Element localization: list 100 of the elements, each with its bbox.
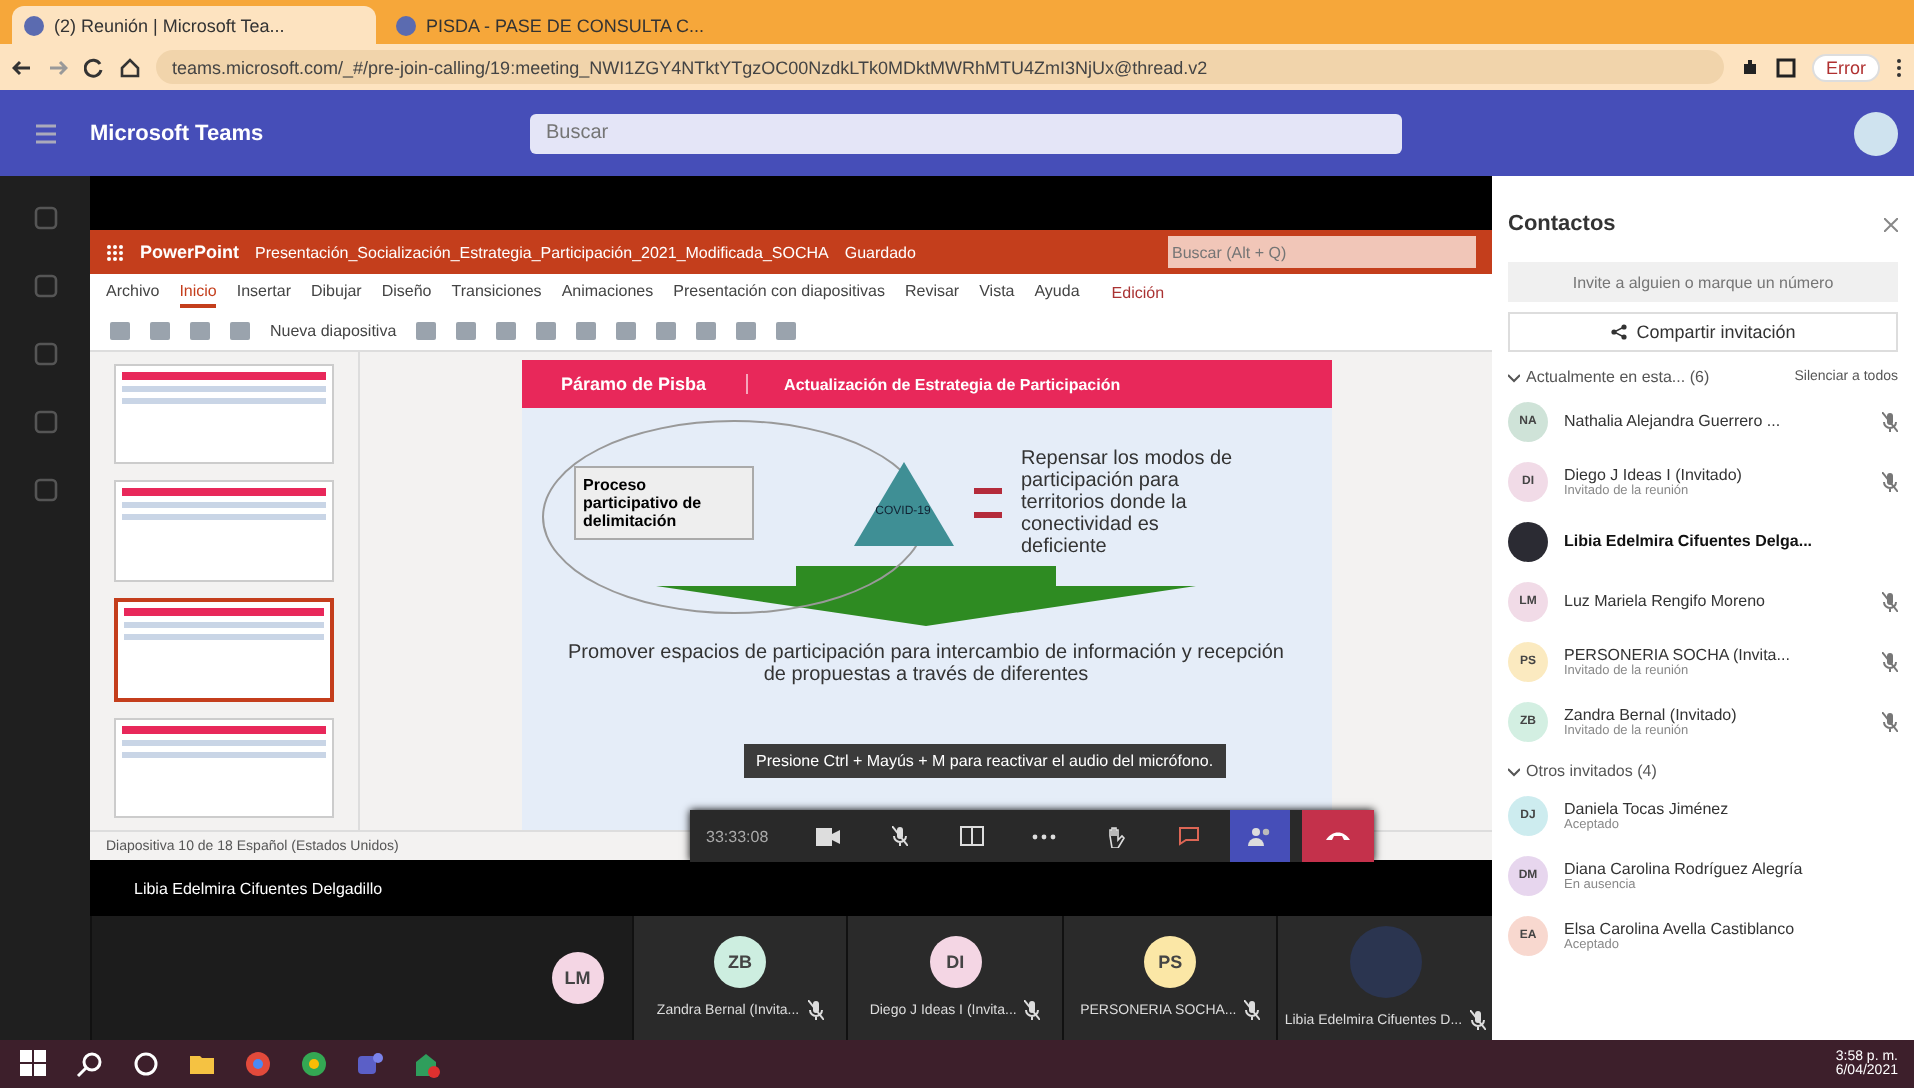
microphone-off-icon (892, 826, 908, 846)
browser-icon[interactable] (300, 1050, 328, 1078)
ribbon-tab[interactable]: Presentación con diapositivas (673, 277, 885, 307)
contact-name: Diana Carolina Rodríguez Alegría (1564, 859, 1805, 877)
toolbar-icon[interactable] (736, 321, 757, 339)
more-icon (1032, 833, 1056, 839)
toolbar-icon[interactable] (776, 321, 797, 339)
camera-icon (816, 827, 840, 845)
chevron-icon[interactable] (1508, 765, 1520, 777)
ribbon-tab[interactable]: Archivo (106, 277, 160, 307)
ribbon-tab[interactable]: Insertar (236, 277, 291, 307)
contact-name: PERSONERIA SOCHA (Invita... (1564, 645, 1792, 663)
presenter-name: Libia Edelmira Cifuentes Delgadillo (134, 879, 383, 897)
toolbar-icon[interactable] (456, 321, 477, 339)
nav-icon[interactable] (31, 476, 59, 504)
toolbar-icon[interactable] (656, 321, 677, 339)
contact-name: Nathalia Alejandra Guerrero ... (1564, 412, 1783, 430)
chat-icon (1177, 826, 1199, 846)
search-field[interactable]: Buscar (530, 113, 1402, 153)
save-status: Guardado (844, 243, 916, 261)
reload-icon[interactable] (84, 57, 104, 77)
participant-avatar: LM (551, 952, 604, 1004)
toolbar-icon[interactable] (536, 321, 557, 339)
profile-button[interactable]: Error (1812, 53, 1880, 81)
nav-icon[interactable] (31, 408, 59, 436)
contact-name: Libia Edelmira Cifuentes Delga... (1564, 532, 1815, 550)
app-icon[interactable] (412, 1050, 440, 1078)
address-bar[interactable]: teams.microsoft.com/_#/pre-join-calling/19:meeting_NWI1ZGY4NTktYTgzOC00NzdkLTk0MDktMWRhMTU4ZmI3NjUx@thread.v2 (156, 50, 1724, 84)
toolbar-icon[interactable] (696, 321, 717, 339)
ribbon-tab[interactable]: Vista (979, 277, 1015, 307)
equals-sign (973, 488, 1001, 518)
share-icon (1610, 324, 1629, 340)
sidebar-icon[interactable] (1776, 57, 1796, 77)
nav-icon[interactable] (31, 204, 59, 232)
contact-name: Zandra Bernal (Invitado) (1564, 705, 1739, 723)
ribbon-tab[interactable]: Revisar (904, 277, 960, 307)
browser-tab[interactable]: PISDA - PASE DE CONSULTA C... (384, 6, 748, 44)
participants-button[interactable] (1230, 810, 1290, 862)
windows-start-icon[interactable] (20, 1050, 48, 1078)
triangle-shape (853, 461, 953, 545)
toolbar-icon[interactable] (576, 321, 597, 339)
group-label[interactable]: Actualmente en esta... (6) (1526, 368, 1710, 386)
contact-name: Luz Mariela Rengifo Moreno (1564, 592, 1767, 610)
ribbon-tab[interactable]: Transiciones (451, 277, 542, 307)
nav-icon[interactable] (31, 340, 59, 368)
microphone-off-icon (1882, 711, 1898, 731)
share-screen-icon (960, 826, 984, 846)
participant-avatar: ZB (714, 936, 767, 988)
contact-name: Elsa Carolina Avella Castiblanco (1564, 919, 1797, 937)
panel-title: Contactos (1508, 212, 1616, 236)
meeting-timer: 33:33:08 (706, 827, 771, 845)
invite-field[interactable]: Invite a alguien o marque un número (1508, 262, 1898, 302)
share-invite-button[interactable]: Compartir invitación (1508, 312, 1898, 352)
site-icon (396, 15, 416, 35)
app-name: PowerPoint (140, 242, 240, 262)
toolbar-icon[interactable] (416, 321, 437, 339)
participant-avatar: PS (1144, 936, 1197, 988)
search-icon[interactable] (76, 1050, 104, 1078)
slide-thumbnail[interactable] (114, 597, 334, 702)
close-icon[interactable] (1884, 217, 1898, 231)
user-avatar[interactable] (1854, 111, 1898, 155)
hang-up-icon (1324, 830, 1352, 842)
ribbon-tab[interactable]: Dibujar (311, 277, 362, 307)
slide-text: Promover espacios de participación para intercambio de información y recepción de propuestas a través de diferentes (566, 640, 1286, 686)
microphone-off-icon (1882, 471, 1898, 491)
site-icon (24, 15, 44, 35)
slide-text: Repensar los modos de participación para territorios donde la conectividad es deficiente (1021, 448, 1235, 558)
folder-icon[interactable] (188, 1050, 216, 1078)
microphone-off-icon (807, 1000, 824, 1020)
ribbon-tab[interactable]: Diseño (381, 277, 432, 307)
browser-tab[interactable]: (2) Reunión | Microsoft Tea... (12, 6, 376, 44)
search-field[interactable]: Buscar (Alt + Q) (1168, 236, 1476, 268)
kebab-menu-icon[interactable] (1896, 57, 1902, 77)
slide-subtitle: Actualización de Estrategia de Participación (782, 375, 1121, 393)
microphone-off-icon (1882, 591, 1898, 611)
microphone-off-icon (1882, 411, 1898, 431)
microphone-off-icon (1882, 651, 1898, 671)
toolbar-icon[interactable] (496, 321, 517, 339)
contact-name: Diego J Ideas I (Invitado) (1564, 465, 1744, 483)
app-title: Microsoft Teams (90, 121, 266, 145)
hand-icon (1107, 825, 1125, 847)
chevron-icon[interactable] (1508, 371, 1520, 383)
circle-icon[interactable] (132, 1050, 160, 1078)
ribbon-tab[interactable]: Animaciones (561, 277, 654, 307)
teams-icon[interactable] (356, 1050, 384, 1078)
browser-icon[interactable] (244, 1050, 272, 1078)
home-icon[interactable] (120, 57, 140, 77)
leave-call-button[interactable] (1302, 810, 1374, 862)
ribbon-tab[interactable]: Ayuda (1034, 277, 1080, 307)
nav-icon[interactable] (31, 272, 59, 300)
group-label[interactable]: Otros invitados (4) (1526, 762, 1657, 780)
microphone-off-icon (1244, 1000, 1261, 1020)
slide-title: Páramo de Pisba (521, 374, 749, 394)
forward-icon[interactable] (48, 57, 68, 77)
microphone-off-icon (1470, 1010, 1487, 1030)
toolbar-icon[interactable] (616, 321, 637, 339)
participant-avatar: DI (929, 936, 982, 988)
back-icon[interactable] (12, 57, 32, 77)
new-slide-button[interactable]: Nueva diapositiva (270, 321, 397, 339)
tooltip: Presione Ctrl + Mayús + M para reactivar el audio del micrófono. (744, 744, 1226, 778)
